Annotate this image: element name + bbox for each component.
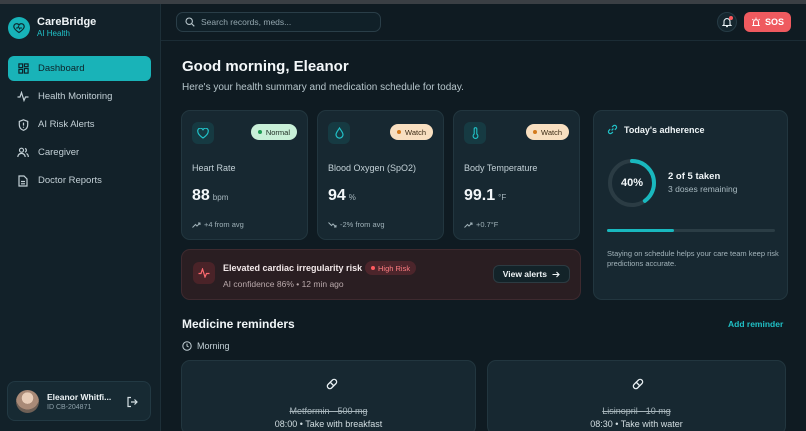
- pill-icon: [631, 377, 645, 391]
- sos-label: SOS: [764, 17, 784, 27]
- adherence-note: Staying on schedule helps your care team…: [607, 249, 779, 268]
- heart-icon: [192, 122, 214, 144]
- status-badge: Normal: [250, 124, 297, 140]
- user-id: ID CB-204871: [47, 403, 92, 411]
- vital-trend: -2% from avg: [328, 220, 385, 229]
- sidebar-item-caregiver[interactable]: Caregiver: [8, 140, 151, 165]
- sidebar-item-label: Caregiver: [38, 147, 80, 158]
- sidebar-item-label: AI Risk Alerts: [38, 119, 95, 130]
- brand[interactable]: CareBridge AI Health: [8, 16, 96, 39]
- sidebar-item-label: Doctor Reports: [38, 175, 102, 186]
- vital-trend: +0.7°F: [464, 220, 498, 229]
- search-box[interactable]: [176, 12, 381, 32]
- adherence-progress-fill: [607, 229, 675, 232]
- brand-subtitle: AI Health: [37, 29, 70, 38]
- view-alerts-button[interactable]: View alerts: [492, 265, 570, 283]
- medicine-time: 08:30 • Take with water: [590, 419, 683, 429]
- reminders-title: Medicine reminders: [182, 317, 295, 331]
- adherence-card: Today's adherence 40% 2 of 5 taken 3 dos…: [593, 110, 788, 300]
- sidebar-item-label: Dashboard: [38, 63, 85, 74]
- sidebar: CareBridge AI Health Dashboard Health Mo…: [0, 4, 161, 431]
- heart-logo-icon: [8, 16, 30, 39]
- trend-up-icon: [192, 222, 201, 228]
- link-icon: [607, 124, 618, 135]
- trend-up-icon: [464, 222, 473, 228]
- droplet-icon: [328, 122, 350, 144]
- adherence-progress-bar: [607, 229, 775, 232]
- siren-icon: [751, 17, 761, 27]
- sidebar-nav: Dashboard Health Monitoring AI Risk Aler…: [8, 56, 151, 196]
- sidebar-item-doctor-reports[interactable]: Doctor Reports: [8, 168, 151, 193]
- notification-dot: [729, 16, 733, 20]
- grid-icon: [17, 63, 29, 75]
- pulse-icon: [17, 91, 29, 103]
- shield-icon: [17, 118, 29, 131]
- vital-value: 94%: [328, 187, 356, 204]
- clock-icon: [182, 341, 192, 351]
- vital-name: Heart Rate: [192, 163, 236, 173]
- search-input[interactable]: [201, 17, 371, 27]
- medicine-name: Metformin · 500 mg: [289, 406, 368, 416]
- adherence-header: Today's adherence: [607, 124, 705, 135]
- thermometer-icon: [464, 122, 486, 144]
- vital-value: 88 bpm: [192, 187, 229, 204]
- reminder-card[interactable]: Lisinopril · 10 mg 08:30 • Take with wat…: [487, 360, 786, 431]
- status-badge: Watch: [390, 124, 433, 140]
- alert-title: Elevated cardiac irregularity risk: [223, 263, 363, 273]
- avatar: [16, 389, 39, 413]
- risk-badge: High Risk: [365, 261, 417, 275]
- medicine-name: Lisinopril · 10 mg: [602, 406, 671, 416]
- doses-taken: 2 of 5 taken: [668, 171, 721, 182]
- search-icon: [185, 17, 195, 27]
- reminder-card[interactable]: Metformin · 500 mg 08:00 • Take with bre…: [181, 360, 476, 431]
- pulse-alert-icon: [193, 262, 215, 284]
- document-icon: [17, 174, 29, 187]
- notifications-button[interactable]: [717, 12, 737, 32]
- sidebar-item-label: Health Monitoring: [38, 91, 113, 102]
- vital-card-blood-oxygen[interactable]: Watch Blood Oxygen (SpO2) 94% -2% from a…: [317, 110, 444, 240]
- arrow-right-icon: [552, 271, 560, 278]
- user-name: Eleanor Whitfi...: [47, 391, 112, 402]
- logout-icon[interactable]: [126, 395, 138, 408]
- user-card[interactable]: Eleanor Whitfi... ID CB-204871: [7, 381, 151, 421]
- status-badge: Watch: [526, 124, 569, 140]
- vital-trend: +4 from avg: [192, 220, 244, 229]
- vital-card-heart-rate[interactable]: Normal Heart Rate 88 bpm +4 from avg: [181, 110, 308, 240]
- vital-value: 99.1 °F: [464, 187, 507, 204]
- vital-name: Body Temperature: [464, 163, 538, 173]
- alert-subtitle: AI confidence 86% • 12 min ago: [223, 279, 344, 289]
- sos-button[interactable]: SOS: [744, 12, 791, 32]
- add-reminder-link[interactable]: Add reminder: [728, 319, 783, 329]
- page-title: Good morning, Eleanor: [182, 58, 349, 75]
- brand-name: CareBridge: [37, 16, 97, 28]
- sidebar-item-health-monitoring[interactable]: Health Monitoring: [8, 84, 151, 109]
- pill-icon: [325, 377, 339, 391]
- page-subtitle: Here's your health summary and medicatio…: [182, 82, 464, 93]
- trend-down-icon: [328, 221, 337, 228]
- risk-alert-banner: Elevated cardiac irregularity risk High …: [181, 249, 581, 300]
- vital-card-body-temperature[interactable]: Watch Body Temperature 99.1 °F +0.7°F: [453, 110, 580, 240]
- sidebar-item-dashboard[interactable]: Dashboard: [8, 56, 151, 81]
- doses-remaining: 3 doses remaining: [668, 184, 738, 194]
- users-icon: [17, 147, 29, 159]
- medicine-time: 08:00 • Take with breakfast: [274, 419, 383, 429]
- adherence-percent: 40%: [620, 177, 644, 189]
- period-label: Morning: [182, 341, 230, 351]
- sidebar-item-ai-risk-alerts[interactable]: AI Risk Alerts: [8, 112, 151, 137]
- top-bar: SOS: [161, 4, 806, 41]
- vital-name: Blood Oxygen (SpO2): [328, 163, 417, 173]
